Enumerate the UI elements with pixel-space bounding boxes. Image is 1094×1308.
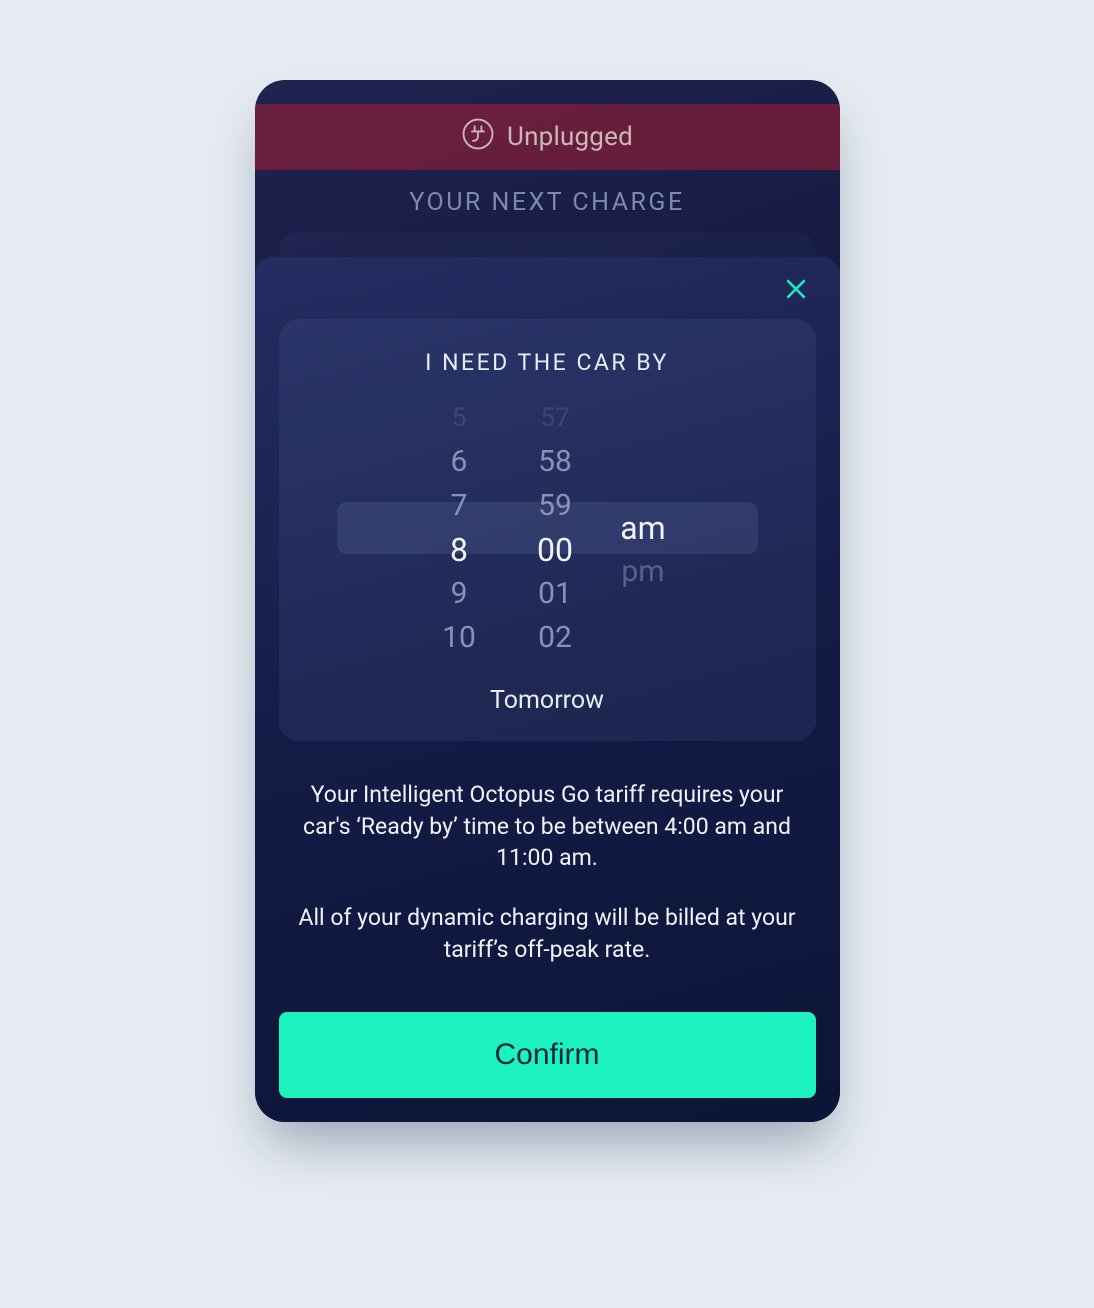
minute-option[interactable]: 58 bbox=[507, 440, 603, 484]
minute-option[interactable]: 02 bbox=[507, 616, 603, 660]
hour-option[interactable]: 5 bbox=[411, 396, 507, 440]
hour-option-selected[interactable]: 8 bbox=[411, 528, 507, 572]
hour-option[interactable]: 9 bbox=[411, 572, 507, 616]
plug-status-banner: Unplugged bbox=[255, 104, 840, 170]
tariff-info-line1: Your Intelligent Octopus Go tariff requi… bbox=[285, 779, 810, 874]
hour-option[interactable]: 7 bbox=[411, 484, 507, 528]
plug-icon bbox=[461, 117, 495, 158]
picker-day-label: Tomorrow bbox=[293, 686, 802, 715]
minute-option-selected[interactable]: 00 bbox=[507, 528, 603, 572]
minute-option[interactable]: 03 bbox=[507, 660, 603, 662]
ampm-wheel[interactable]: am pm bbox=[603, 394, 683, 662]
section-heading: YOUR NEXT CHARGE bbox=[255, 188, 840, 217]
time-picker-wheels[interactable]: 4 5 6 7 8 9 10 11 56 57 58 bbox=[293, 394, 802, 662]
tariff-info-line2: All of your dynamic charging will be bil… bbox=[285, 902, 810, 965]
picker-title: I NEED THE CAR BY bbox=[293, 349, 802, 376]
app-screen: Unplugged YOUR NEXT CHARGE I NEED THE CA… bbox=[255, 80, 840, 1122]
time-picker-card: I NEED THE CAR BY 4 5 6 7 8 9 10 11 bbox=[279, 319, 816, 741]
close-button[interactable] bbox=[776, 271, 816, 311]
minute-wheel[interactable]: 56 57 58 59 00 01 02 03 bbox=[507, 394, 603, 662]
minute-option[interactable]: 01 bbox=[507, 572, 603, 616]
close-icon bbox=[783, 276, 809, 306]
plug-status-label: Unplugged bbox=[507, 122, 633, 152]
hour-wheel[interactable]: 4 5 6 7 8 9 10 11 bbox=[411, 394, 507, 662]
minute-option[interactable]: 57 bbox=[507, 396, 603, 440]
hour-option[interactable]: 11 bbox=[411, 660, 507, 662]
confirm-button[interactable]: Confirm bbox=[279, 1012, 816, 1098]
hour-option[interactable]: 10 bbox=[411, 616, 507, 660]
hour-option[interactable]: 6 bbox=[411, 440, 507, 484]
time-picker-sheet: I NEED THE CAR BY 4 5 6 7 8 9 10 11 bbox=[255, 257, 840, 1122]
ampm-option[interactable]: pm bbox=[603, 550, 683, 594]
tariff-info: Your Intelligent Octopus Go tariff requi… bbox=[279, 779, 816, 966]
ampm-option-selected[interactable]: am bbox=[603, 506, 683, 550]
minute-option[interactable]: 59 bbox=[507, 484, 603, 528]
